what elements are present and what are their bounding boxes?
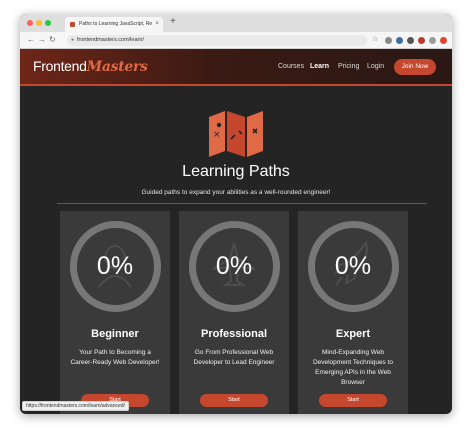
browser-tabbar: Paths to Learning JavaScript, Re × + (20, 14, 452, 32)
back-icon[interactable]: ← (27, 35, 35, 44)
minimize-window-button[interactable] (36, 20, 42, 26)
forward-icon[interactable]: → (38, 35, 46, 44)
path-card-beginner: 0% Beginner Your Path to Becoming a Care… (60, 211, 170, 414)
profile-avatar[interactable] (429, 37, 436, 44)
status-bar-url: https://frontendmasters.com/learn/advanc… (22, 401, 129, 411)
tab-title: Paths to Learning JavaScript, Re (79, 21, 153, 27)
svg-text:×: × (213, 130, 221, 140)
extension-icon[interactable] (418, 37, 425, 44)
card-description: Go From Professional Web Developer to Le… (193, 349, 275, 366)
new-tab-button[interactable]: + (170, 16, 176, 27)
favicon-icon (70, 22, 75, 27)
browser-window: Paths to Learning JavaScript, Re × + ← →… (20, 14, 452, 414)
page-subtitle: Guided paths to expand your abilities as… (141, 189, 331, 196)
menu-icon[interactable] (440, 37, 447, 44)
reload-icon[interactable]: ↻ (49, 35, 56, 44)
extension-icon[interactable] (396, 37, 403, 44)
card-description: Mind-Expanding Web Development Technique… (312, 349, 394, 386)
logo-text-masters: Masters (86, 59, 148, 75)
start-button[interactable]: Start (200, 394, 268, 407)
path-card-expert: 0% Expert Mind-Expanding Web Development… (298, 211, 408, 414)
extension-icon[interactable] (407, 37, 414, 44)
path-card-professional: 0% Professional Go From Professional Web… (179, 211, 289, 414)
nav-learn[interactable]: Learn (310, 63, 329, 70)
progress-percent: 0% (96, 252, 134, 280)
join-now-button[interactable]: Join Now (394, 59, 436, 75)
lock-icon: ● (71, 37, 75, 43)
site-logo[interactable]: FrontendMasters (33, 58, 148, 75)
tab-close-icon[interactable]: × (155, 17, 159, 32)
bookmark-star-icon[interactable]: ☆ (372, 35, 378, 43)
nav-login[interactable]: Login (367, 63, 384, 70)
close-window-button[interactable] (27, 20, 33, 26)
maximize-window-button[interactable] (45, 20, 51, 26)
card-title: Expert (335, 328, 371, 340)
progress-percent: 0% (215, 252, 253, 280)
logo-text-frontend: Frontend (33, 58, 87, 74)
browser-tab[interactable]: Paths to Learning JavaScript, Re × (65, 17, 163, 32)
page-title: Learning Paths (182, 163, 290, 180)
nav-pricing[interactable]: Pricing (338, 63, 359, 70)
divider (57, 203, 427, 204)
card-description: Your Path to Becoming a Career-Ready Web… (70, 349, 160, 366)
card-title: Professional (200, 328, 268, 340)
extension-icon[interactable] (385, 37, 392, 44)
url-bar[interactable]: ● frontendmasters.com/learn/ (67, 35, 367, 46)
treasure-map-icon: × (209, 111, 263, 157)
start-button[interactable]: Start (319, 394, 387, 407)
progress-percent: 0% (334, 252, 372, 280)
nav-courses[interactable]: Courses (278, 63, 304, 70)
address-toolbar: ← → ↻ ● frontendmasters.com/learn/ ☆ (20, 32, 452, 49)
site-header: FrontendMasters Courses Learn Pricing Lo… (20, 49, 452, 86)
url-text: frontendmasters.com/learn/ (77, 37, 144, 43)
card-title: Beginner (91, 328, 139, 340)
